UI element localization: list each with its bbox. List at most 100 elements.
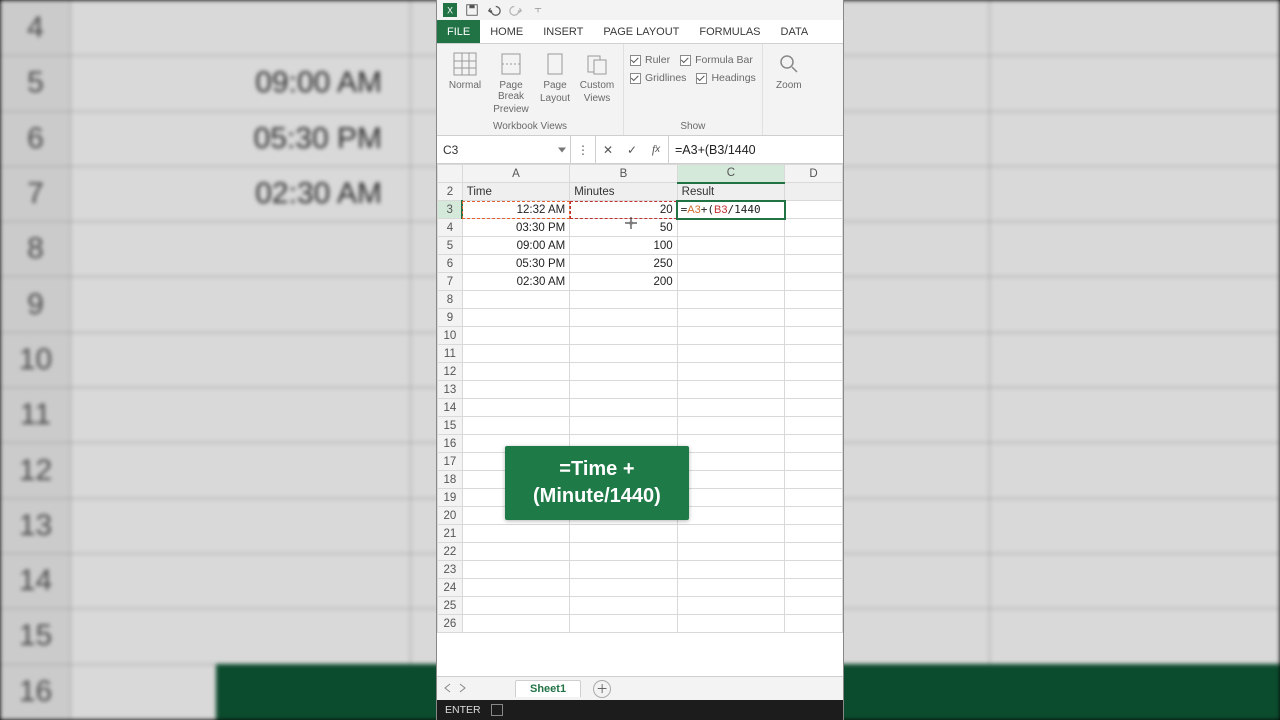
cell-C25[interactable]: [677, 597, 784, 615]
row-header-14[interactable]: 14: [438, 399, 463, 417]
row-header-26[interactable]: 26: [438, 615, 463, 633]
cell-C5[interactable]: [677, 237, 784, 255]
sheet-nav-next-icon[interactable]: [457, 680, 467, 698]
cell-D16[interactable]: [785, 435, 843, 453]
cell-B4[interactable]: 50: [570, 219, 677, 237]
worksheet-grid[interactable]: ABCD2TimeMinutesResult312:32 AM20=A3+(B3…: [437, 164, 843, 676]
select-all-corner[interactable]: [438, 165, 463, 183]
cell-B22[interactable]: [570, 543, 677, 561]
tab-insert[interactable]: INSERT: [533, 20, 593, 43]
cell-A14[interactable]: [462, 399, 569, 417]
cell-A12[interactable]: [462, 363, 569, 381]
name-box[interactable]: C3: [437, 136, 571, 163]
cell-D23[interactable]: [785, 561, 843, 579]
cell-B12[interactable]: [570, 363, 677, 381]
cell-B7[interactable]: 200: [570, 273, 677, 291]
cell-C13[interactable]: [677, 381, 784, 399]
cell-C17[interactable]: [677, 453, 784, 471]
cell-D8[interactable]: [785, 291, 843, 309]
row-header-12[interactable]: 12: [438, 363, 463, 381]
cell-C16[interactable]: [677, 435, 784, 453]
cell-D13[interactable]: [785, 381, 843, 399]
cell-B26[interactable]: [570, 615, 677, 633]
cell-D25[interactable]: [785, 597, 843, 615]
chk-ruler[interactable]: Ruler: [630, 54, 670, 66]
tab-page-layout[interactable]: PAGE LAYOUT: [593, 20, 689, 43]
cell-B3[interactable]: 20: [570, 201, 677, 219]
cell-D24[interactable]: [785, 579, 843, 597]
cell-C10[interactable]: [677, 327, 784, 345]
cell-B2[interactable]: Minutes: [570, 183, 677, 201]
cell-A10[interactable]: [462, 327, 569, 345]
cell-B25[interactable]: [570, 597, 677, 615]
tab-file[interactable]: FILE: [437, 20, 480, 43]
cell-C14[interactable]: [677, 399, 784, 417]
cell-B9[interactable]: [570, 309, 677, 327]
formula-input[interactable]: =A3+(B3/1440: [669, 136, 843, 163]
tab-data[interactable]: DATA: [771, 20, 819, 43]
col-header-C[interactable]: C: [677, 165, 784, 183]
cell-A4[interactable]: 03:30 PM: [462, 219, 569, 237]
cell-B21[interactable]: [570, 525, 677, 543]
cell-C2[interactable]: Result: [677, 183, 784, 201]
chk-formula-bar[interactable]: Formula Bar: [680, 54, 753, 66]
cell-D2[interactable]: [785, 183, 843, 201]
save-icon[interactable]: [465, 3, 479, 17]
cell-D18[interactable]: [785, 471, 843, 489]
cell-C18[interactable]: [677, 471, 784, 489]
cell-A22[interactable]: [462, 543, 569, 561]
cell-B5[interactable]: 100: [570, 237, 677, 255]
row-header-10[interactable]: 10: [438, 327, 463, 345]
cell-D14[interactable]: [785, 399, 843, 417]
cell-C20[interactable]: [677, 507, 784, 525]
cell-B15[interactable]: [570, 417, 677, 435]
cell-D4[interactable]: [785, 219, 843, 237]
row-header-11[interactable]: 11: [438, 345, 463, 363]
cell-A11[interactable]: [462, 345, 569, 363]
row-header-17[interactable]: 17: [438, 453, 463, 471]
cell-D17[interactable]: [785, 453, 843, 471]
cell-A7[interactable]: 02:30 AM: [462, 273, 569, 291]
cell-C6[interactable]: [677, 255, 784, 273]
cell-C9[interactable]: [677, 309, 784, 327]
cell-B11[interactable]: [570, 345, 677, 363]
row-header-4[interactable]: 4: [438, 219, 463, 237]
cell-C24[interactable]: [677, 579, 784, 597]
view-custom-button[interactable]: Custom Views: [577, 48, 617, 104]
cell-A26[interactable]: [462, 615, 569, 633]
cell-B14[interactable]: [570, 399, 677, 417]
row-header-23[interactable]: 23: [438, 561, 463, 579]
cell-A6[interactable]: 05:30 PM: [462, 255, 569, 273]
col-header-A[interactable]: A: [462, 165, 569, 183]
cell-A13[interactable]: [462, 381, 569, 399]
cell-D19[interactable]: [785, 489, 843, 507]
row-header-19[interactable]: 19: [438, 489, 463, 507]
cell-A8[interactable]: [462, 291, 569, 309]
tab-formulas[interactable]: FORMULAS: [689, 20, 770, 43]
cell-D21[interactable]: [785, 525, 843, 543]
insert-function-button[interactable]: fx: [644, 136, 668, 163]
cell-B8[interactable]: [570, 291, 677, 309]
cell-D22[interactable]: [785, 543, 843, 561]
cell-D12[interactable]: [785, 363, 843, 381]
cell-D26[interactable]: [785, 615, 843, 633]
row-header-20[interactable]: 20: [438, 507, 463, 525]
cell-A3[interactable]: 12:32 AM: [462, 201, 569, 219]
cell-C19[interactable]: [677, 489, 784, 507]
cell-C11[interactable]: [677, 345, 784, 363]
qat-customize-icon[interactable]: [531, 3, 545, 17]
sheet-nav-prev-icon[interactable]: [443, 680, 453, 698]
cell-A5[interactable]: 09:00 AM: [462, 237, 569, 255]
cell-D9[interactable]: [785, 309, 843, 327]
macro-record-icon[interactable]: [491, 704, 503, 716]
cell-A2[interactable]: Time: [462, 183, 569, 201]
cell-D20[interactable]: [785, 507, 843, 525]
cell-D3[interactable]: [785, 201, 843, 219]
cell-A15[interactable]: [462, 417, 569, 435]
cell-B10[interactable]: [570, 327, 677, 345]
confirm-edit-button[interactable]: ✓: [620, 136, 644, 163]
row-header-2[interactable]: 2: [438, 183, 463, 201]
cell-B6[interactable]: 250: [570, 255, 677, 273]
cell-C23[interactable]: [677, 561, 784, 579]
row-header-22[interactable]: 22: [438, 543, 463, 561]
